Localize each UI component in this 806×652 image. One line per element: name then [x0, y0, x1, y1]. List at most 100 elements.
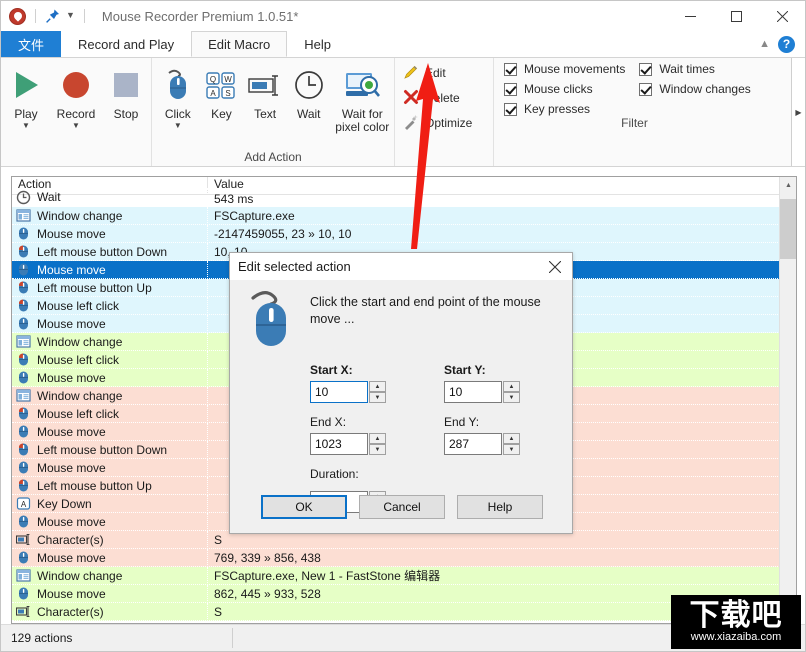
row-action-cell: Left mouse button Down [12, 243, 208, 261]
add-key-label: Key [211, 108, 232, 121]
chevron-right-icon[interactable]: ▶ [791, 58, 805, 166]
table-row[interactable]: Window changeFSCapture.exe [12, 207, 796, 225]
end-y-spin-down[interactable]: ▼ [503, 444, 520, 455]
start-x-spin-up[interactable]: ▲ [369, 381, 386, 392]
mouse-left-icon [16, 442, 31, 457]
start-x-spin-down[interactable]: ▼ [369, 392, 386, 403]
tab-edit-macro[interactable]: Edit Macro [191, 31, 287, 57]
add-wait-pixel-color-button[interactable]: Wait for pixel color [331, 62, 394, 134]
row-action-cell: Mouse left click [12, 297, 208, 315]
row-action-label: Mouse move [37, 515, 106, 529]
filter-window-changes[interactable]: Window changes [639, 82, 750, 96]
ribbon: Play ▼ Record ▼ Stop [1, 57, 805, 167]
dialog-close-button[interactable] [538, 253, 572, 280]
help-button[interactable]: ? [778, 36, 795, 53]
table-row[interactable]: Mouse move-2147459055, 23 » 10, 10 [12, 225, 796, 243]
dialog-title-bar: Edit selected action [230, 253, 572, 280]
tab-help[interactable]: Help [287, 31, 348, 57]
checkbox-wait-times[interactable] [639, 63, 652, 76]
application-window: ▼ Mouse Recorder Premium 1.0.51* 文件 Reco… [0, 0, 806, 652]
quick-access-toolbar: ▼ Mouse Recorder Premium 1.0.51* [1, 8, 298, 25]
row-action-label: Mouse move [37, 425, 106, 439]
row-action-label: Mouse move [37, 227, 106, 241]
magic-wand-icon [403, 114, 419, 133]
field-end-x: End X: ▲ ▼ [310, 415, 420, 455]
table-row[interactable]: Window changeFSCapture.exe, New 1 - Fast… [12, 567, 796, 585]
dialog-fields: Start X: ▲ ▼ Start Y: [310, 363, 558, 513]
chevron-down-icon-record[interactable]: ▼ [72, 123, 80, 129]
maximize-button[interactable] [713, 1, 759, 31]
chevron-down-icon-click[interactable]: ▼ [174, 123, 182, 129]
text-field-icon [247, 65, 283, 105]
pin-icon[interactable] [45, 8, 61, 24]
edit-action-button[interactable]: Edit [403, 62, 493, 84]
help-dialog-button[interactable]: Help [457, 495, 543, 519]
mouse-icon-large [244, 288, 300, 353]
scroll-up-button[interactable]: ▲ [780, 177, 797, 194]
add-wait-button[interactable]: Wait [287, 62, 331, 121]
start-y-spin-up[interactable]: ▲ [503, 381, 520, 392]
list-vertical-scrollbar[interactable]: ▲ [779, 177, 796, 623]
minimize-button[interactable] [667, 1, 713, 31]
mouse-move-icon [16, 460, 31, 475]
record-circle-icon [59, 65, 93, 105]
optimize-button[interactable]: Optimize [403, 112, 493, 134]
dialog-buttons: OK Cancel Help [230, 495, 574, 519]
start-y-spin-down[interactable]: ▼ [503, 392, 520, 403]
tabstrip-right-controls: ▲ ? [759, 31, 805, 57]
filter-key-presses[interactable]: Key presses [504, 102, 625, 116]
add-text-button[interactable]: Text [243, 62, 287, 121]
table-row[interactable]: Mouse move769, 339 » 856, 438 [12, 549, 796, 567]
checkbox-mouse-movements[interactable] [504, 63, 517, 76]
checkbox-window-changes[interactable] [639, 83, 652, 96]
scrollbar-thumb[interactable] [780, 199, 797, 259]
clock-icon [16, 190, 31, 205]
end-y-spin-up[interactable]: ▲ [503, 433, 520, 444]
ok-button[interactable]: OK [261, 495, 347, 519]
text-field-icon [16, 604, 31, 619]
checkbox-mouse-clicks[interactable] [504, 83, 517, 96]
end-x-input[interactable] [310, 433, 368, 455]
chevron-up-icon[interactable]: ▲ [759, 38, 770, 50]
checkbox-key-presses[interactable] [504, 103, 517, 116]
row-action-label: Mouse move [37, 263, 106, 277]
close-button[interactable] [759, 1, 805, 31]
end-x-spin-down[interactable]: ▼ [369, 444, 386, 455]
mouse-move-icon [16, 226, 31, 241]
mouse-left-icon [16, 280, 31, 295]
chevron-down-icon[interactable]: ▼ [66, 11, 75, 22]
monitor-magnifier-icon [343, 65, 381, 105]
table-row[interactable]: Wait543 ms [12, 195, 796, 207]
chevron-down-icon-play[interactable]: ▼ [22, 123, 30, 129]
tab-record-and-play[interactable]: Record and Play [61, 31, 191, 57]
ribbon-group-playback: Play ▼ Record ▼ Stop [1, 58, 152, 166]
ribbon-group-filter: Mouse movements Mouse clicks Key presses [494, 58, 805, 166]
stop-button[interactable]: Stop [101, 62, 151, 121]
row-action-label: Mouse left click [37, 299, 119, 313]
filter-wait-times[interactable]: Wait times [639, 62, 750, 76]
mouse-move-icon [16, 262, 31, 277]
cancel-button[interactable]: Cancel [359, 495, 445, 519]
end-y-input[interactable] [444, 433, 502, 455]
row-action-label: Mouse move [37, 587, 106, 601]
row-action-label: Mouse move [37, 317, 106, 331]
tab-file[interactable]: 文件 [1, 31, 61, 57]
filter-mouse-movements[interactable]: Mouse movements [504, 62, 625, 76]
mouse-left-icon [16, 244, 31, 259]
stop-square-icon [109, 65, 143, 105]
add-click-button[interactable]: Click ▼ [156, 62, 200, 129]
row-action-cell: Mouse left click [12, 405, 208, 423]
add-key-button[interactable]: Q W A S Key [200, 62, 244, 121]
window-icon [16, 568, 31, 583]
record-button[interactable]: Record ▼ [51, 62, 101, 129]
row-action-cell: Mouse move [12, 261, 208, 279]
end-x-spin-up[interactable]: ▲ [369, 433, 386, 444]
status-actions-count: 129 actions [1, 625, 72, 652]
row-action-cell: Window change [12, 567, 208, 585]
filter-window-changes-label: Window changes [659, 82, 750, 96]
play-button[interactable]: Play ▼ [1, 62, 51, 129]
start-x-input[interactable] [310, 381, 368, 403]
filter-mouse-clicks[interactable]: Mouse clicks [504, 82, 625, 96]
delete-action-button[interactable]: Delete [403, 87, 493, 109]
start-y-input[interactable] [444, 381, 502, 403]
